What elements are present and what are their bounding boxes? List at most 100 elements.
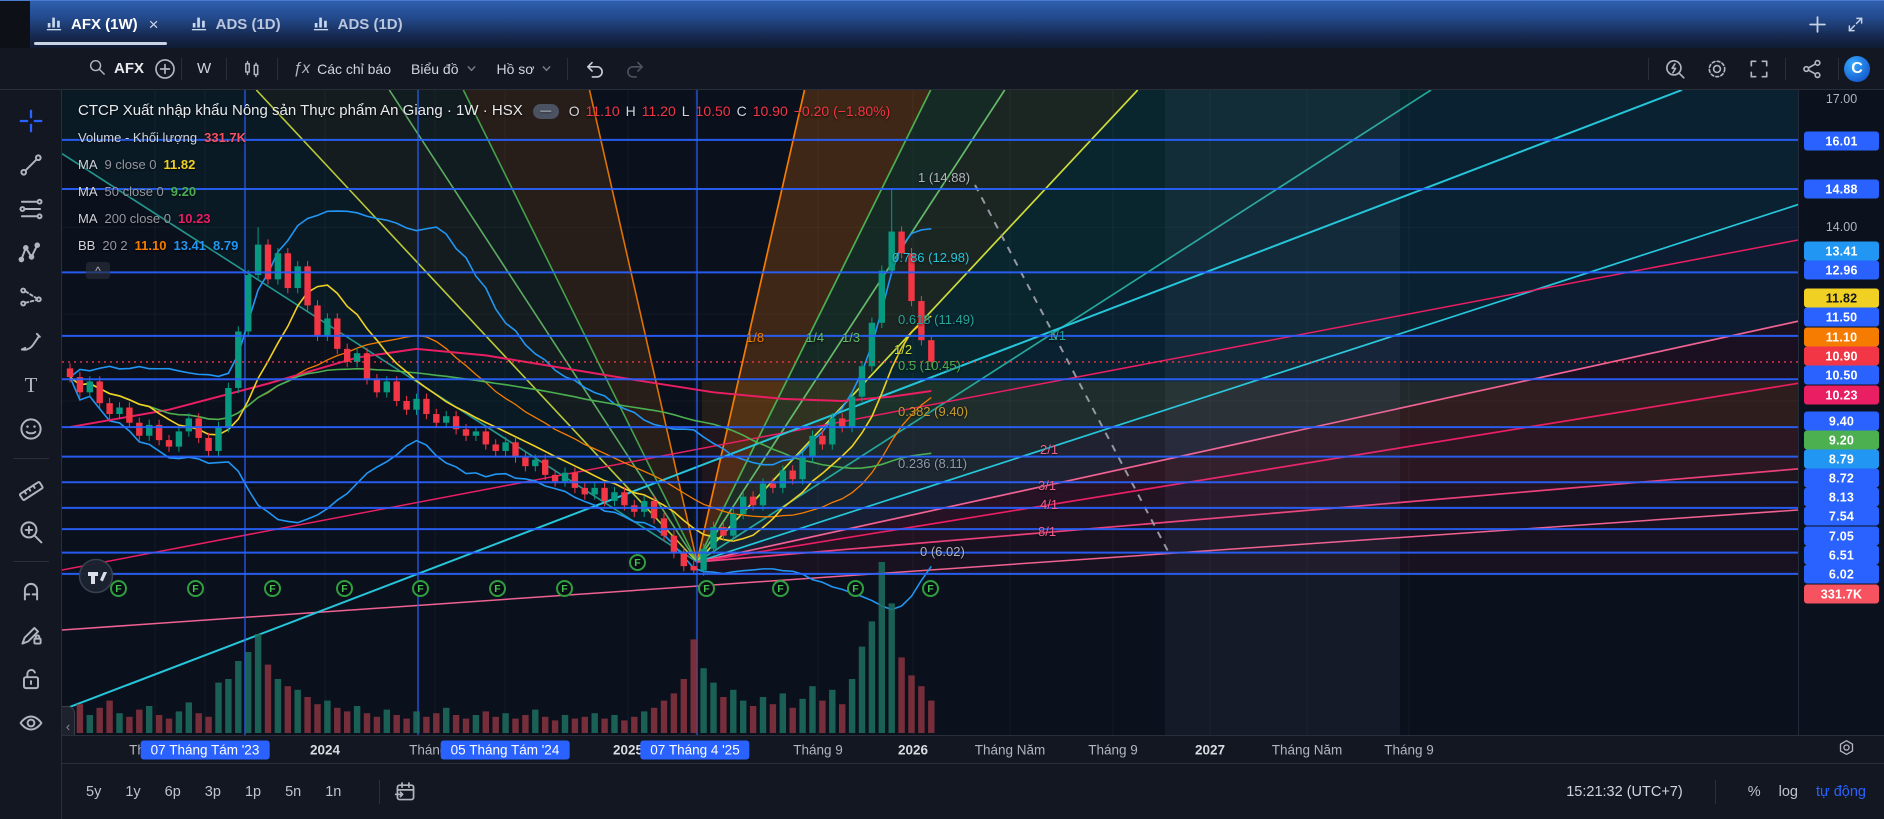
lock-all-icon[interactable] [12, 660, 50, 698]
compare-add-symbol-button[interactable] [154, 58, 176, 80]
drawing-label[interactable]: 1/8 [746, 330, 764, 345]
zoom-in-icon[interactable] [12, 513, 50, 551]
crosshair-icon[interactable] [12, 102, 50, 140]
log-scale-button[interactable]: log [1779, 784, 1798, 800]
legend-hide-button[interactable]: — [532, 103, 559, 119]
event-flag-marker[interactable]: F [922, 580, 939, 597]
drawing-label[interactable]: 4/1 [1040, 497, 1058, 512]
range-button-1p[interactable]: 1p [245, 784, 261, 800]
quick-search-icon[interactable] [1654, 54, 1696, 84]
hide-all-icon[interactable] [12, 704, 50, 742]
forecast-icon[interactable] [12, 278, 50, 316]
undo-button[interactable] [573, 54, 615, 84]
sidebar-collapse-handle[interactable]: ‹ [62, 706, 75, 735]
drawing-label[interactable]: 1/4 [806, 330, 824, 345]
ruler-icon[interactable] [12, 469, 50, 507]
redo-button[interactable] [615, 54, 657, 84]
add-chart-tab-button[interactable] [1808, 15, 1827, 34]
instrument-title[interactable]: CTCP Xuất nhập khẩu Nông sản Thực phẩm A… [78, 98, 523, 124]
indicator-row-3[interactable]: MA 200 close 0 10.23 [78, 205, 890, 232]
indicator-row-2[interactable]: MA 50 close 0 9.20 [78, 178, 890, 205]
tradingview-watermark[interactable] [78, 558, 114, 599]
range-button-5n[interactable]: 5n [285, 784, 301, 800]
chart-menu-label: Biểu đồ [411, 60, 459, 77]
event-flag-marker[interactable]: F [698, 580, 715, 597]
brush-icon[interactable] [12, 322, 50, 360]
broker-logo[interactable]: C [1844, 55, 1870, 82]
chart-tab-1[interactable]: ADS (1D) [175, 1, 297, 48]
chart-canvas[interactable]: CTCP Xuất nhập khẩu Nông sản Thực phẩm A… [62, 90, 1798, 735]
xabcd-pattern-icon[interactable] [12, 234, 50, 272]
sidebar-divider [12, 561, 49, 562]
event-flag-marker[interactable]: F [412, 580, 429, 597]
drawing-label[interactable]: 2/1 [1040, 442, 1058, 457]
share-icon[interactable] [1791, 54, 1833, 84]
draw-unlocked-icon[interactable] [12, 616, 50, 654]
indicator-value: 331.7K [204, 130, 247, 145]
range-button-1n[interactable]: 1n [325, 784, 341, 800]
event-flag-marker[interactable]: F [264, 580, 281, 597]
indicators-button[interactable]: ƒx Các chỉ báo [283, 54, 401, 84]
indicator-row-4[interactable]: BB 20 2 11.10 13.41 8.79 [78, 232, 890, 259]
chart-tab-2[interactable]: ADS (1D) [297, 1, 419, 48]
drawing-label[interactable]: 1/1 [1048, 328, 1066, 343]
drawing-label[interactable]: 0.786 (12.98) [892, 250, 969, 265]
event-flag-marker[interactable]: F [110, 580, 127, 597]
price-axis-badge: 331.7K [1804, 584, 1879, 604]
range-button-5y[interactable]: 5y [86, 784, 101, 800]
drawing-label[interactable]: 1 (14.88) [918, 170, 970, 185]
expand-tabs-button[interactable] [1847, 16, 1864, 33]
fullscreen-icon[interactable] [1738, 54, 1780, 84]
settings-gear-icon[interactable] [1696, 54, 1738, 84]
event-flag-marker[interactable]: F [629, 554, 646, 571]
drawing-label[interactable]: 1/2 [894, 342, 912, 357]
range-button-6p[interactable]: 6p [165, 784, 181, 800]
profile-menu-button[interactable]: Hồ sơ [487, 54, 563, 84]
price-axis-badge: 9.20 [1804, 430, 1879, 450]
drawing-label[interactable]: 0.382 (9.40) [898, 404, 968, 419]
event-flag-marker[interactable]: F [187, 580, 204, 597]
axis-settings-icon[interactable] [1837, 739, 1856, 761]
interval-button[interactable]: W [187, 54, 221, 84]
symbol-search-button[interactable]: AFX [78, 54, 154, 84]
indicator-name: MA [78, 157, 98, 172]
chart-tab-0[interactable]: AFX (1W) × [30, 1, 175, 48]
indicator-row-0[interactable]: Volume - Khối lượng 331.7K [78, 124, 890, 151]
close-tab-icon[interactable]: × [149, 15, 159, 35]
indicator-params: 200 close 0 [104, 211, 172, 226]
drawing-label[interactable]: 0.618 (11.49) [898, 312, 974, 327]
drawing-label[interactable]: 3/1 [1038, 478, 1056, 493]
price-axis[interactable]: 17.00 14.00 16.01 14.88 13.41 12.96 11.82 11.50… [1798, 90, 1884, 735]
change-value: −0.20 (−1.80%) [793, 103, 891, 119]
event-flag-marker[interactable]: F [336, 580, 353, 597]
auto-scale-button[interactable]: tự động [1816, 784, 1866, 800]
indicator-row-1[interactable]: MA 9 close 0 11.82 [78, 151, 890, 178]
search-icon [88, 58, 107, 80]
chart-menu-button[interactable]: Biểu đồ [401, 54, 486, 84]
trend-line-icon[interactable] [12, 146, 50, 184]
time-axis[interactable]: Tháng N07 Tháng Tám '232024Tháng N05 Thá… [62, 735, 1884, 763]
percent-scale-button[interactable]: % [1748, 784, 1761, 800]
drawing-label[interactable]: 8/1 [1038, 524, 1056, 539]
event-flag-marker[interactable]: F [847, 580, 864, 597]
drawing-label[interactable]: 1/3 [842, 330, 860, 345]
go-to-date-icon[interactable] [394, 780, 417, 803]
range-button-1y[interactable]: 1y [125, 784, 140, 800]
drawing-label[interactable]: 0 (6.02) [920, 544, 965, 559]
chart-tab-label: AFX (1W) [71, 16, 138, 33]
emoji-icon[interactable] [12, 410, 50, 448]
drawing-label[interactable]: 0.236 (8.11) [898, 456, 967, 471]
price-axis-badge: 8.13 [1804, 487, 1879, 507]
drawing-label[interactable]: 0.5 (10.45) [898, 358, 961, 373]
chart-style-button[interactable] [232, 54, 272, 84]
event-flag-marker[interactable]: F [772, 580, 789, 597]
text-icon[interactable]: T [12, 366, 50, 404]
event-flag-marker[interactable]: F [556, 580, 573, 597]
clock[interactable]: 15:21:32 (UTC+7) [1566, 784, 1682, 800]
range-button-3p[interactable]: 3p [205, 784, 221, 800]
chart-legend: CTCP Xuất nhập khẩu Nông sản Thực phẩm A… [78, 98, 890, 259]
event-flag-marker[interactable]: F [489, 580, 506, 597]
legend-collapse-button[interactable]: ^ [86, 262, 110, 279]
fib-retracement-icon[interactable] [12, 190, 50, 228]
magnet-icon[interactable] [12, 572, 50, 610]
